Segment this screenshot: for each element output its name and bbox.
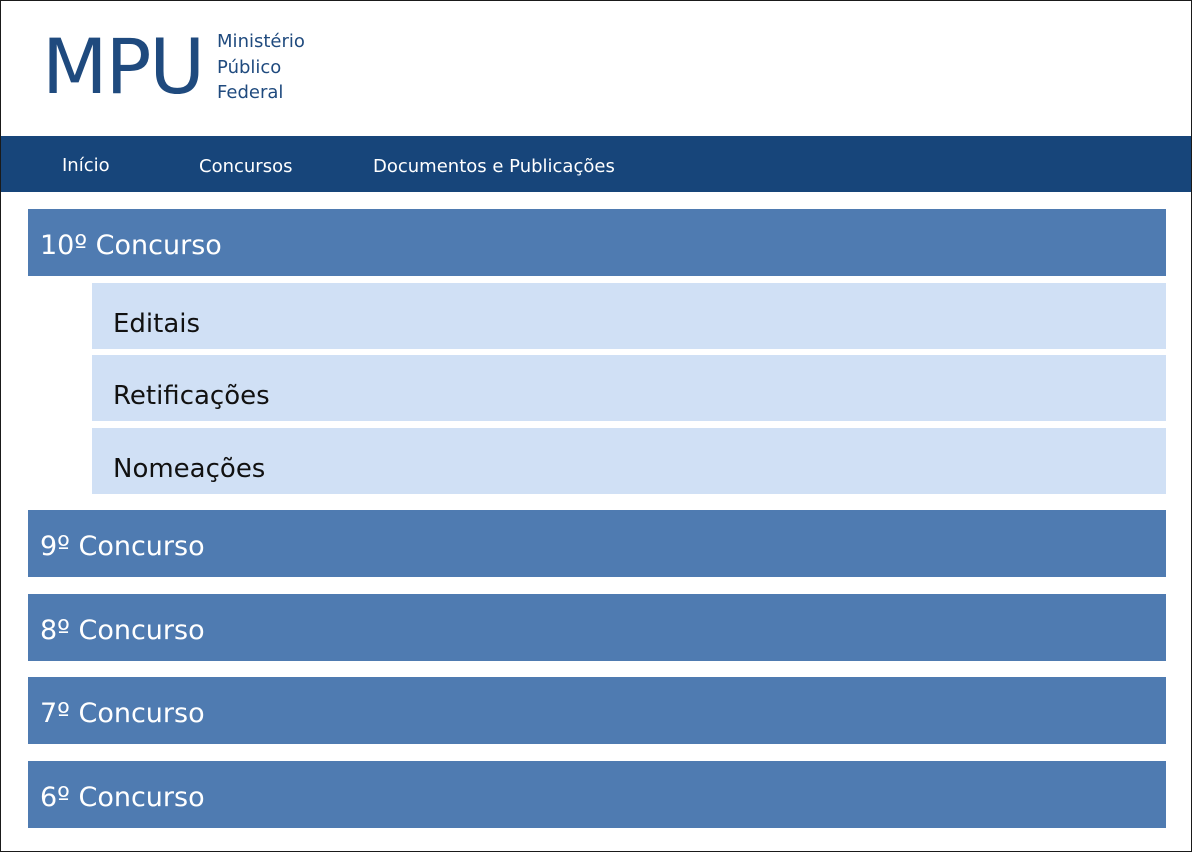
contest-header-7[interactable]: 7º Concurso [28, 677, 1166, 744]
site-header: MPU Ministério Público Federal [1, 1, 1191, 136]
logo-mark: MPU [42, 22, 205, 111]
logo-subtitle-line: Federal [217, 82, 284, 103]
contest-sublink-editais[interactable]: Editais [92, 283, 1166, 349]
page-frame: MPU Ministério Público Federal Início Co… [0, 0, 1192, 852]
contest-sublink-retificacoes[interactable]: Retificações [92, 355, 1166, 421]
nav-item-documentos[interactable]: Documentos e Publicações [373, 136, 615, 192]
contest-header-10[interactable]: 10º Concurso [28, 209, 1166, 276]
contest-header-8[interactable]: 8º Concurso [28, 594, 1166, 661]
nav-item-inicio[interactable]: Início [62, 136, 110, 192]
logo-subtitle-line: Ministério [217, 31, 305, 52]
contest-header-9[interactable]: 9º Concurso [28, 510, 1166, 577]
logo-subtitle: Ministério Público Federal [217, 29, 305, 106]
contest-sublink-nomeacoes[interactable]: Nomeações [92, 428, 1166, 494]
contest-header-6[interactable]: 6º Concurso [28, 761, 1166, 828]
logo-subtitle-line: Público [217, 56, 282, 78]
mpu-logo[interactable]: MPU Ministério Público Federal [42, 27, 305, 107]
nav-item-concursos[interactable]: Concursos [199, 136, 292, 192]
main-navbar: Início Concursos Documentos e Publicaçõe… [1, 136, 1191, 192]
